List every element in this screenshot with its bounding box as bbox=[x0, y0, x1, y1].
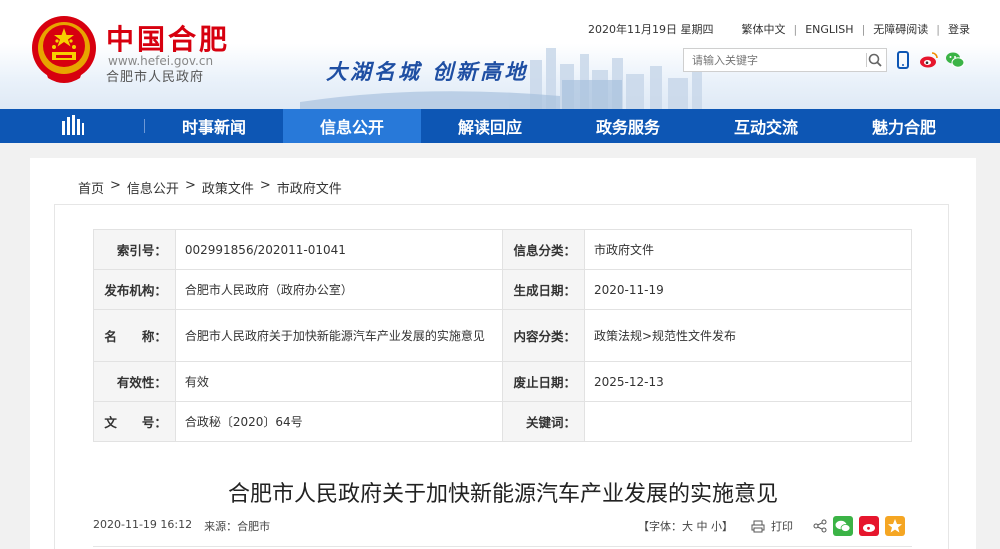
created-date-value: 2020-11-19 bbox=[583, 269, 913, 310]
share-wechat-icon[interactable] bbox=[833, 516, 853, 536]
search-box bbox=[683, 48, 887, 72]
breadcrumb-separator: > bbox=[184, 178, 196, 193]
divider: | bbox=[793, 22, 798, 36]
home-icon bbox=[61, 115, 84, 135]
site-header: 中国合肥 www.hefei.gov.cn 合肥市人民政府 大湖名城 创新高地 … bbox=[0, 0, 1000, 109]
doc-number-value: 合政秘〔2020〕64号 bbox=[174, 401, 504, 442]
favorite-star-icon[interactable] bbox=[885, 516, 905, 536]
article-title: 合肥市人民政府关于加快新能源汽车产业发展的实施意见 bbox=[227, 482, 778, 507]
breadcrumb-separator: > bbox=[259, 178, 271, 193]
content-category-label: 内容分类： bbox=[502, 309, 585, 362]
search-icon[interactable] bbox=[866, 51, 884, 69]
publisher-value: 合肥市人民政府（政府办公室） bbox=[174, 269, 504, 310]
keywords-value bbox=[583, 401, 913, 442]
social-links bbox=[893, 50, 965, 70]
expire-date-value: 2025-12-13 bbox=[583, 361, 913, 402]
name-label: 名 称： bbox=[93, 309, 176, 362]
nav-news[interactable]: 时事新闻 bbox=[145, 109, 283, 143]
nav-charm-hefei[interactable]: 魅力合肥 bbox=[835, 109, 973, 143]
national-emblem-icon bbox=[32, 16, 96, 83]
top-links: 2020年11月19日 星期四 繁体中文 | ENGLISH | 无障碍阅读 |… bbox=[588, 21, 970, 37]
print-button[interactable]: 打印 bbox=[771, 518, 793, 534]
keywords-label: 关键词： bbox=[502, 401, 585, 442]
nav-government-services[interactable]: 政务服务 bbox=[559, 109, 697, 143]
content-category-value: 政策法规>规范性文件发布 bbox=[583, 309, 913, 362]
divider: | bbox=[936, 22, 940, 36]
validity-value: 有效 bbox=[174, 361, 504, 402]
divider: | bbox=[861, 22, 866, 36]
table-row: 文 号： 合政秘〔2020〕64号 关键词： bbox=[93, 401, 913, 442]
expire-date-label: 废止日期： bbox=[502, 361, 585, 402]
divider-line bbox=[93, 546, 912, 547]
table-row: 索引号： 002991856/202011-01041 信息分类： 市政府文件 bbox=[93, 229, 913, 270]
weibo-icon[interactable] bbox=[919, 50, 939, 70]
search-input[interactable] bbox=[684, 49, 859, 72]
index-label: 索引号： bbox=[93, 229, 176, 270]
slogan: 大湖名城 创新高地 bbox=[326, 59, 529, 84]
publisher-label: 发布机构： bbox=[93, 269, 176, 310]
table-row: 名 称： 合肥市人民政府关于加快新能源汽车产业发展的实施意见 内容分类： 政策法… bbox=[93, 309, 913, 362]
category-label: 信息分类： bbox=[502, 229, 585, 270]
share-icon[interactable] bbox=[813, 519, 827, 533]
breadcrumb-info-disclosure[interactable]: 信息公开 bbox=[127, 178, 179, 197]
current-date: 2020年11月19日 星期四 bbox=[588, 23, 714, 36]
mobile-icon[interactable] bbox=[893, 50, 913, 70]
created-date-label: 生成日期： bbox=[502, 269, 585, 310]
breadcrumb-city-gov-docs[interactable]: 市政府文件 bbox=[277, 178, 342, 197]
article-source: 来源：合肥市 bbox=[204, 520, 271, 533]
link-accessibility[interactable]: 无障碍阅读 bbox=[873, 21, 928, 37]
brand-name[interactable]: 中国合肥 bbox=[106, 18, 230, 58]
link-traditional-chinese[interactable]: 繁体中文 bbox=[742, 21, 786, 37]
index-value: 002991856/202011-01041 bbox=[174, 229, 504, 270]
brand-subtitle: 合肥市人民政府 bbox=[106, 70, 205, 85]
nav-interpretation[interactable]: 解读回应 bbox=[421, 109, 559, 143]
doc-number-label: 文 号： bbox=[93, 401, 176, 442]
category-value: 市政府文件 bbox=[583, 229, 913, 270]
breadcrumb-policy-docs[interactable]: 政策文件 bbox=[202, 178, 254, 197]
table-row: 有效性： 有效 废止日期： 2025-12-13 bbox=[93, 361, 913, 402]
info-table: 索引号： 002991856/202011-01041 信息分类： 市政府文件 … bbox=[93, 229, 913, 442]
nav-info-disclosure[interactable]: 信息公开 bbox=[283, 109, 421, 143]
name-value: 合肥市人民政府关于加快新能源汽车产业发展的实施意见 bbox=[174, 309, 504, 362]
table-row: 发布机构： 合肥市人民政府（政府办公室） 生成日期： 2020-11-19 bbox=[93, 269, 913, 310]
nav-home[interactable] bbox=[0, 109, 145, 143]
breadcrumb-separator: > bbox=[110, 178, 121, 193]
font-size-selector[interactable]: 【字体：大 中 小】 bbox=[638, 518, 733, 534]
print-icon[interactable] bbox=[751, 520, 765, 533]
article-datetime: 2020-11-19 16:12 bbox=[93, 518, 193, 531]
link-login[interactable]: 登录 bbox=[948, 21, 970, 37]
main-content: 首页 > 信息公开 > 政策文件 > 市政府文件 索引号： 002991856/… bbox=[30, 158, 976, 549]
nav-interaction[interactable]: 互动交流 bbox=[697, 109, 835, 143]
validity-label: 有效性： bbox=[93, 361, 176, 402]
breadcrumb: 首页 > 信息公开 > 政策文件 > 市政府文件 bbox=[78, 178, 342, 197]
main-navigation: 时事新闻 信息公开 解读回应 政务服务 互动交流 魅力合肥 bbox=[0, 109, 1000, 143]
article-meta: 2020-11-19 16:12 来源：合肥市 bbox=[93, 518, 270, 534]
link-english[interactable]: ENGLISH bbox=[805, 23, 853, 36]
wechat-icon[interactable] bbox=[945, 50, 965, 70]
article-tools: 【字体：大 中 小】 打印 bbox=[638, 516, 905, 536]
share-weibo-icon[interactable] bbox=[859, 516, 879, 536]
breadcrumb-home[interactable]: 首页 bbox=[78, 178, 104, 197]
